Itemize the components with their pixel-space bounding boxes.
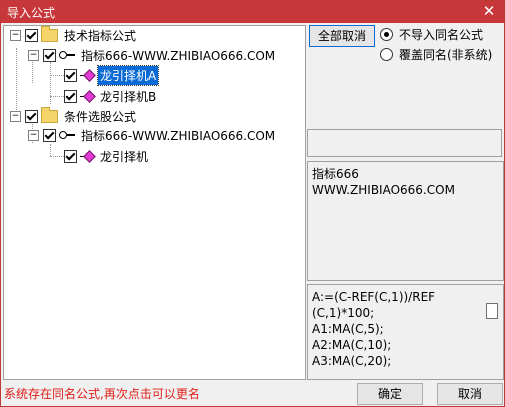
formula-checkbox[interactable] — [64, 149, 77, 163]
tree-connector — [50, 144, 51, 156]
tree-node-group[interactable]: − 技术指标公式 — [10, 25, 138, 45]
radio-skip-duplicates[interactable]: 不导入同名公式 — [380, 26, 483, 43]
tree-connector — [50, 62, 51, 104]
formula-label[interactable]: 龙引择机 — [98, 147, 150, 166]
window-title: 导入公式 — [7, 6, 56, 20]
formula-tree[interactable]: − 技术指标公式 − 指标666-WWW.ZHIBIAO666.COM 龙引择机… — [3, 25, 306, 380]
cancel-button[interactable]: 取消 — [437, 383, 503, 405]
cancel-all-button[interactable]: 全部取消 — [309, 25, 375, 47]
group-label[interactable]: 条件选股公式 — [62, 107, 138, 126]
formula-diamond-icon — [80, 70, 94, 80]
key-icon — [59, 130, 75, 140]
tree-node-group[interactable]: − 条件选股公式 — [10, 106, 138, 126]
tree-node-formula[interactable]: 龙引择机B — [64, 87, 158, 105]
group-checkbox[interactable] — [25, 28, 38, 42]
radio-button[interactable] — [380, 28, 393, 41]
radio-overwrite-duplicates[interactable]: 覆盖同名(非系统) — [380, 46, 492, 63]
scrollbar-thumb[interactable] — [486, 303, 498, 319]
formula-text: A:=(C-REF(C,1))/REF (C,1)*100; A1:MA(C,5… — [312, 290, 436, 368]
formula-label[interactable]: 龙引择机B — [98, 87, 158, 106]
radio-label: 覆盖同名(非系统) — [399, 48, 493, 62]
formula-preview-panel[interactable]: A:=(C-REF(C,1))/REF (C,1)*100; A1:MA(C,5… — [307, 284, 504, 380]
tree-node-source[interactable]: − 指标666-WWW.ZHIBIAO666.COM — [28, 46, 277, 64]
group-label[interactable]: 技术指标公式 — [62, 26, 138, 45]
info-panel: 指标666 WWW.ZHIBIAO666.COM — [307, 161, 504, 281]
radio-label: 不导入同名公式 — [399, 28, 484, 42]
collapse-icon[interactable]: − — [28, 129, 39, 141]
tree-node-source[interactable]: − 指标666-WWW.ZHIBIAO666.COM — [28, 126, 277, 144]
import-formula-dialog: 导入公式 ✕ − 技术指标公式 − 指标666-WWW.ZHIBIAO666.C… — [0, 0, 505, 407]
tree-node-formula[interactable]: 龙引择机A — [64, 64, 160, 86]
radio-button[interactable] — [380, 48, 393, 61]
collapse-icon[interactable]: − — [28, 49, 39, 61]
folder-icon — [41, 106, 58, 123]
ok-button[interactable]: 确定 — [357, 383, 423, 405]
formula-label[interactable]: 龙引择机A — [96, 64, 160, 86]
tree-connector — [50, 75, 64, 76]
folder-icon — [41, 25, 58, 42]
info-text: 指标666 WWW.ZHIBIAO666.COM — [312, 167, 455, 197]
close-icon[interactable]: ✕ — [480, 2, 498, 20]
tree-connector — [50, 156, 64, 157]
tree-connector — [32, 62, 33, 83]
collapse-icon[interactable]: − — [10, 110, 21, 122]
formula-checkbox[interactable] — [64, 89, 77, 103]
tree-node-formula[interactable]: 龙引择机 — [64, 147, 150, 165]
title-bar[interactable]: 导入公式 ✕ — [1, 1, 504, 23]
source-checkbox[interactable] — [43, 48, 56, 62]
empty-panel — [307, 129, 502, 157]
group-checkbox[interactable] — [25, 109, 38, 123]
key-icon — [59, 50, 75, 60]
source-label[interactable]: 指标666-WWW.ZHIBIAO666.COM — [79, 46, 277, 65]
formula-diamond-icon — [80, 151, 94, 161]
source-label[interactable]: 指标666-WWW.ZHIBIAO666.COM — [79, 126, 277, 145]
tree-connector — [50, 96, 64, 97]
status-message: 系统存在同名公式,再次点击可以更名 — [4, 387, 200, 401]
source-checkbox[interactable] — [43, 128, 56, 142]
collapse-icon[interactable]: − — [10, 29, 21, 41]
formula-checkbox[interactable] — [64, 68, 77, 82]
formula-diamond-icon — [80, 91, 94, 101]
